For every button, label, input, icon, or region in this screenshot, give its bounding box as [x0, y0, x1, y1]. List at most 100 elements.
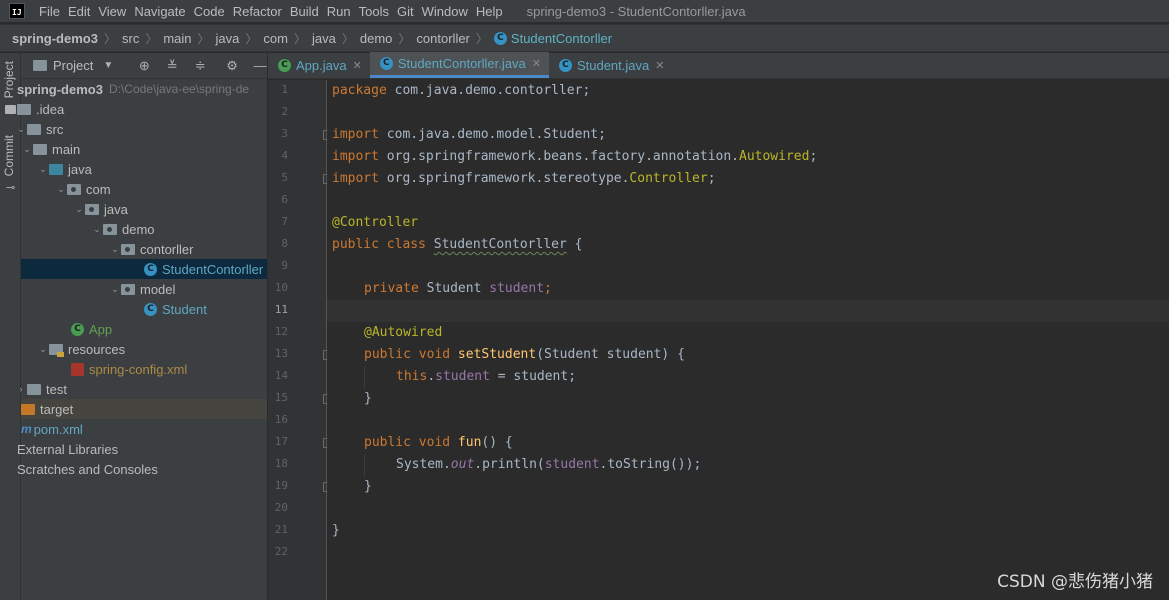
locate-icon[interactable]: ⊕ [137, 58, 151, 74]
class-icon [144, 262, 157, 276]
menu-build[interactable]: Build [286, 4, 323, 19]
menu-bar: IJ File Edit View Navigate Code Refactor… [0, 0, 1169, 22]
code-line-10: private Student student; [364, 281, 552, 296]
breadcrumb-contorller[interactable]: contorller [416, 31, 469, 46]
hide-icon[interactable]: — [253, 58, 267, 73]
tree-item-label: Scratches and Consoles [17, 461, 158, 477]
tree-item-scratches[interactable]: Scratches and Consoles [17, 459, 263, 479]
menu-window[interactable]: Window [418, 4, 472, 19]
breadcrumb-java[interactable]: java [216, 31, 240, 46]
code-line-8: public class StudentContorller { [332, 237, 583, 252]
line-number: 17 [274, 435, 288, 448]
tree-item-test[interactable]: › test [15, 379, 261, 399]
package-icon [85, 203, 99, 215]
breadcrumb-separator-icon: 〉 [475, 31, 488, 46]
package-icon [103, 223, 117, 235]
tree-item-student-contorller[interactable]: StudentContorller [21, 259, 267, 279]
tree-item-path: D:\Code\java-ee\spring-de [108, 82, 250, 96]
code-line-15: } [364, 391, 372, 406]
code-line-1: package com.java.demo.contorller; [332, 83, 591, 98]
close-icon[interactable]: ✕ [655, 59, 664, 72]
tree-item-label: spring-config.xml [89, 361, 188, 377]
chevron-down-icon[interactable]: ⌄ [73, 204, 85, 215]
package-icon [121, 283, 135, 295]
breadcrumb-current-class[interactable]: StudentContorller [511, 31, 612, 46]
tree-item-resources[interactable]: ⌄ resources [37, 339, 283, 359]
gear-icon[interactable]: ⚙ [225, 58, 239, 74]
line-number: 8 [281, 237, 288, 250]
chevron-down-icon[interactable]: ⌄ [109, 244, 121, 255]
code-line-5: import org.springframework.stereotype.Co… [332, 171, 716, 186]
chevron-down-icon[interactable]: ⌄ [21, 144, 33, 155]
menu-help[interactable]: Help [472, 4, 507, 19]
tree-item-label: test [46, 381, 67, 397]
tree-item-label: External Libraries [17, 441, 119, 457]
tree-item-pom[interactable]: m pom.xml [21, 419, 267, 439]
commit-tool-tab[interactable]: Commit [2, 135, 16, 176]
menu-navigate[interactable]: Navigate [130, 4, 189, 19]
chevron-down-icon[interactable]: ⌄ [109, 284, 121, 295]
folder-icon [33, 143, 47, 155]
tree-item-label: src [46, 121, 64, 137]
chevron-down-icon[interactable]: ⌄ [55, 184, 67, 195]
menu-refactor[interactable]: Refactor [229, 4, 286, 19]
line-number: 4 [281, 149, 288, 162]
close-icon[interactable]: ✕ [532, 57, 541, 70]
menu-tools[interactable]: Tools [355, 4, 393, 19]
code-line-13: public void setStudent(Student student) … [364, 347, 685, 362]
tree-item-java[interactable]: ⌄ java [37, 159, 283, 179]
code-editor[interactable]: package com.java.demo.contorller; import… [327, 80, 1169, 600]
code-line-17: public void fun() { [364, 435, 513, 450]
chevron-down-icon[interactable]: ⌄ [37, 164, 49, 175]
line-number: 9 [281, 259, 288, 272]
code-line-21: } [332, 523, 340, 538]
tree-item-target[interactable]: target [21, 399, 267, 419]
expand-all-icon[interactable]: ≚ [165, 58, 179, 74]
line-number: 3 [281, 127, 288, 140]
line-number: 6 [281, 193, 288, 206]
chevron-down-icon[interactable]: ⌄ [37, 344, 49, 355]
menu-code[interactable]: Code [190, 4, 229, 19]
source-folder-icon [49, 163, 63, 175]
tree-item-idea[interactable]: .idea [17, 99, 263, 119]
app-class-icon [71, 322, 84, 336]
collapse-all-icon[interactable]: ≑ [193, 58, 207, 74]
breadcrumb-main[interactable]: main [163, 31, 191, 46]
watermark: CSDN @悲伤猪小猪 [997, 572, 1153, 592]
tab-app-java[interactable]: App.java ✕ [268, 52, 370, 78]
menu-view[interactable]: View [94, 4, 130, 19]
breadcrumb-project[interactable]: spring-demo3 [12, 31, 98, 46]
project-tool-tab[interactable]: Project [2, 61, 16, 98]
tree-item-external-libraries[interactable]: External Libraries [17, 439, 263, 459]
menu-git[interactable]: Git [393, 4, 418, 19]
folder-icon [33, 60, 47, 71]
tab-label: App.java [296, 57, 347, 73]
folder-icon [17, 103, 31, 115]
folder-icon [27, 123, 41, 135]
chevron-right-icon[interactable]: › [15, 384, 27, 394]
chevron-down-icon[interactable]: ⌄ [15, 124, 27, 135]
line-number: 19 [274, 479, 288, 492]
project-panel-title[interactable]: Project [53, 58, 93, 73]
class-icon [144, 302, 157, 316]
tree-item-root[interactable]: spring-demo3 D:\Code\java-ee\spring-de [17, 79, 263, 99]
tree-item-main[interactable]: ⌄ main [21, 139, 267, 159]
breadcrumb-src[interactable]: src [122, 31, 139, 46]
tab-student-contorller-java[interactable]: StudentContorller.java ✕ [369, 52, 549, 78]
tree-item-com[interactable]: ⌄ com [55, 179, 301, 199]
tab-student-java[interactable]: Student.java ✕ [549, 52, 673, 78]
tab-label: StudentContorller.java [397, 56, 526, 71]
close-icon[interactable]: ✕ [353, 59, 362, 72]
menu-file[interactable]: File [35, 4, 64, 19]
menu-edit[interactable]: Edit [64, 4, 94, 19]
tree-item-src[interactable]: ⌄ src [15, 119, 261, 139]
tree-item-label: target [40, 401, 74, 417]
tree-item-label: model [140, 281, 176, 297]
breadcrumb-com[interactable]: com [263, 31, 288, 46]
line-number: 5 [281, 171, 288, 184]
chevron-down-icon[interactable]: ⌄ [91, 224, 103, 235]
breadcrumb-java-pkg[interactable]: java [312, 31, 336, 46]
menu-run[interactable]: Run [323, 4, 355, 19]
chevron-down-icon[interactable]: ▼ [101, 60, 115, 71]
breadcrumb-demo[interactable]: demo [360, 31, 393, 46]
